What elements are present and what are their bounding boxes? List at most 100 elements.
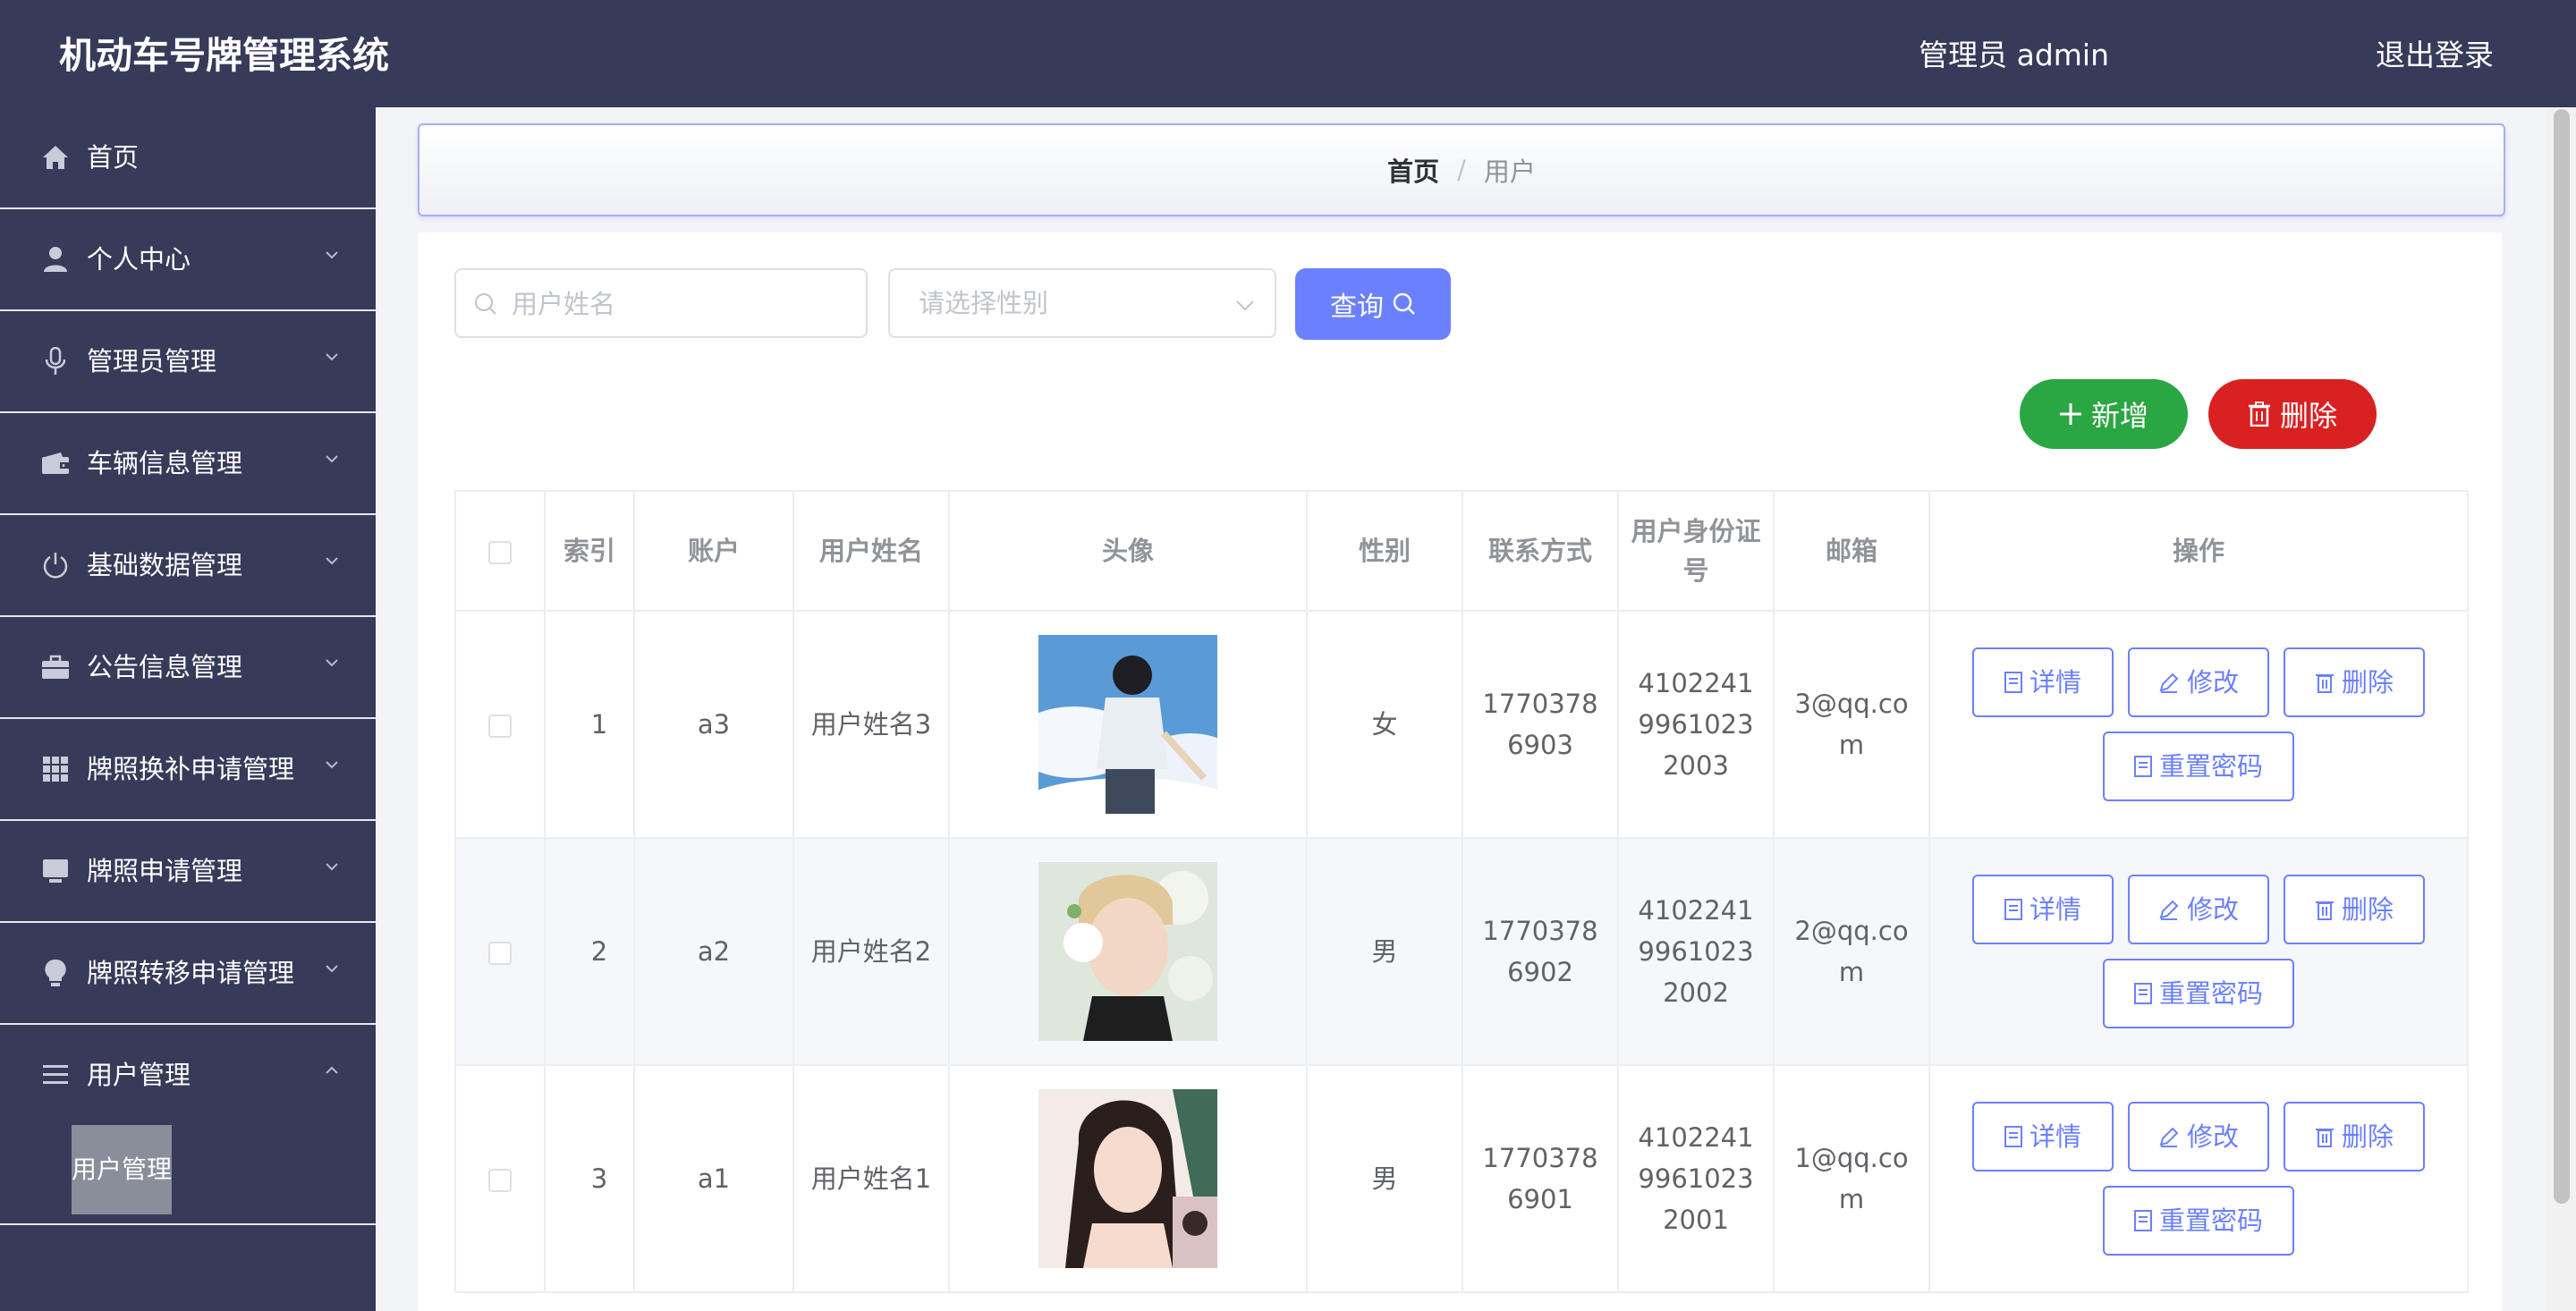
wallet-icon: [41, 413, 70, 513]
batch-delete-button-label: 删除: [2279, 399, 2337, 433]
add-button[interactable]: 新增: [2020, 379, 2188, 449]
cell-id-number: 410224199610232002: [1617, 837, 1775, 1066]
detail-button[interactable]: 详情: [1972, 647, 2114, 717]
row-checkbox[interactable]: [488, 715, 512, 738]
microphone-icon: [41, 311, 70, 411]
reset-password-button[interactable]: 重置密码: [2103, 732, 2294, 801]
plus-icon: [2059, 403, 2081, 425]
sidebar-item-label: 基础数据管理: [87, 550, 243, 580]
chevron-down-icon: [326, 863, 338, 871]
sidebar-item-label: 车辆信息管理: [87, 448, 243, 478]
delete-button-label: 删除: [2341, 1121, 2394, 1152]
sidebar-item-plate-replacement[interactable]: 牌照换补申请管理: [0, 719, 376, 821]
edit-button-label: 修改: [2186, 894, 2239, 925]
user-icon: [41, 209, 70, 309]
sidebar-item-plate-application[interactable]: 牌照申请管理: [0, 821, 376, 923]
sidebar-item-plate-transfer[interactable]: 牌照转移申请管理: [0, 923, 376, 1025]
reset-password-button[interactable]: 重置密码: [2103, 959, 2294, 1028]
cell-email: 1@qq.com: [1773, 1064, 1930, 1293]
pencil-icon: [2159, 672, 2179, 693]
sidebar-item-label: 个人中心: [87, 244, 191, 275]
cell-gender: 女: [1306, 610, 1463, 839]
logout-link[interactable]: 退出登录: [2376, 0, 2494, 111]
delete-button[interactable]: 删除: [2284, 875, 2425, 944]
detail-button-label: 详情: [2029, 667, 2081, 698]
cell-index: 2: [544, 837, 635, 1066]
detail-button[interactable]: 详情: [1972, 875, 2114, 944]
app-title: 机动车号牌管理系统: [59, 34, 389, 77]
edit-button-label: 修改: [2186, 667, 2239, 698]
sidebar-item-label: 牌照申请管理: [87, 856, 243, 886]
breadcrumb: 首页 / 用户: [418, 123, 2505, 216]
submenu-user-management: 用户管理: [0, 1125, 376, 1225]
cell-phone: 17703786901: [1462, 1064, 1619, 1293]
sidebar-item-label: 用户管理: [87, 1060, 191, 1090]
batch-delete-button[interactable]: 删除: [2208, 379, 2377, 449]
delete-button[interactable]: 删除: [2284, 1102, 2425, 1171]
table-row: 2 a2 用户姓名2 男 17703786902 410224199610232…: [454, 837, 2469, 1066]
name-search-field[interactable]: [454, 268, 868, 338]
chevron-down-icon: [326, 761, 338, 769]
reset-password-button[interactable]: 重置密码: [2103, 1186, 2294, 1256]
column-header: 联系方式: [1462, 490, 1619, 612]
sidebar-item-base-data[interactable]: 基础数据管理: [0, 515, 376, 617]
edit-button-label: 修改: [2186, 1121, 2239, 1152]
sidebar-item-label: 牌照转移申请管理: [87, 958, 295, 988]
pencil-icon: [2159, 900, 2179, 920]
row-checkbox[interactable]: [488, 942, 512, 965]
query-button-label: 查询: [1330, 292, 1384, 323]
reset-password-button-label: 重置密码: [2158, 1205, 2263, 1236]
gender-select[interactable]: 请选择性别: [888, 268, 1276, 338]
sidebar-item-announcement[interactable]: 公告信息管理: [0, 617, 376, 719]
document-icon: [2004, 672, 2022, 693]
select-all-checkbox[interactable]: [488, 541, 512, 564]
briefcase-icon: [41, 617, 70, 717]
row-checkbox[interactable]: [488, 1169, 512, 1192]
column-header: 邮箱: [1773, 490, 1930, 612]
bulb-icon: [41, 923, 70, 1023]
chevron-down-icon: [326, 659, 338, 667]
submenu-item-user-management[interactable]: 用户管理: [72, 1125, 172, 1214]
sidebar-item-label: 公告信息管理: [87, 652, 243, 682]
chevron-down-icon: [326, 455, 338, 463]
cell-id-number: 410224199610232001: [1617, 1064, 1775, 1293]
column-header: 用户姓名: [792, 490, 950, 612]
name-search-input[interactable]: [510, 270, 853, 338]
row-actions: 详情 修改 删除 重置密码: [1957, 1102, 2440, 1256]
row-actions: 详情 修改 删除 重置密码: [1957, 875, 2440, 1028]
sidebar-item-home[interactable]: 首页: [0, 107, 376, 209]
avatar: [1038, 635, 1217, 814]
edit-button[interactable]: 修改: [2128, 1102, 2269, 1171]
pencil-icon: [2159, 1127, 2179, 1147]
detail-button[interactable]: 详情: [1972, 1102, 2114, 1171]
sidebar-item-admin-management[interactable]: 管理员管理: [0, 311, 376, 413]
edit-button[interactable]: 修改: [2128, 647, 2269, 717]
delete-button-label: 删除: [2341, 667, 2394, 698]
avatar: [1038, 862, 1217, 1041]
cell-index: 1: [544, 610, 635, 839]
sidebar-item-label: 管理员管理: [87, 346, 217, 376]
delete-button[interactable]: 删除: [2284, 647, 2425, 717]
search-icon: [1393, 292, 1415, 315]
breadcrumb-home-link[interactable]: 首页: [1387, 151, 1439, 189]
query-button[interactable]: 查询: [1295, 268, 1451, 340]
cell-id-number: 410224199610232003: [1617, 610, 1775, 839]
cell-email: 2@qq.com: [1773, 837, 1930, 1066]
chevron-down-icon: [326, 353, 338, 361]
monitor-icon: [41, 821, 70, 921]
chevron-down-icon: [1236, 300, 1254, 311]
sidebar-item-user-management[interactable]: 用户管理: [0, 1025, 376, 1125]
sidebar-item-personal-center[interactable]: 个人中心: [0, 209, 376, 311]
column-header: 用户身份证号: [1617, 490, 1775, 612]
user-table: 索引 账户 用户姓名 头像 性别 联系方式 用户身份证号 邮箱 操作 1 a3 …: [454, 490, 2469, 1293]
scrollbar-thumb[interactable]: [2554, 109, 2570, 1204]
column-header: 操作: [1928, 490, 2469, 612]
trash-icon: [2315, 901, 2334, 920]
sidebar-item-vehicle-info[interactable]: 车辆信息管理: [0, 413, 376, 515]
page-scrollbar[interactable]: [2547, 107, 2576, 1311]
cell-name: 用户姓名3: [792, 610, 950, 839]
top-bar: 机动车号牌管理系统 管理员 admin 退出登录: [0, 0, 2576, 107]
edit-button[interactable]: 修改: [2128, 875, 2269, 944]
reset-password-button-label: 重置密码: [2158, 751, 2263, 782]
avatar: [1038, 1089, 1217, 1268]
